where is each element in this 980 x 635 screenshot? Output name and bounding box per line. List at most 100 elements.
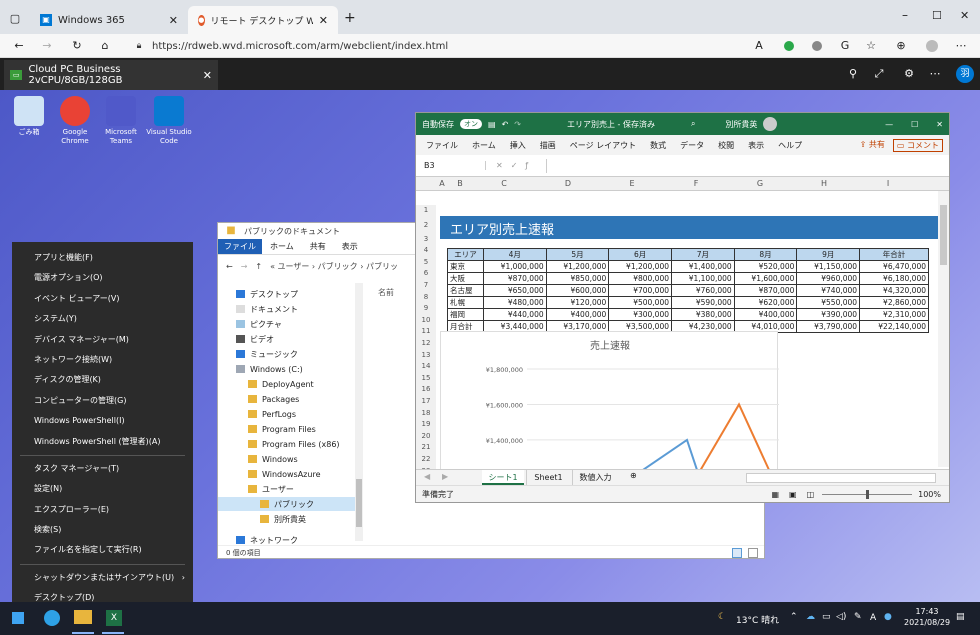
table-cell[interactable]: ¥480,000: [482, 296, 547, 309]
table-header-cell[interactable]: 5月: [545, 248, 610, 261]
forward-icon[interactable]: →: [40, 39, 54, 53]
back-icon[interactable]: ←: [226, 262, 233, 271]
row-header[interactable]: 11: [416, 326, 436, 338]
ribbon-tab[interactable]: ページ レイアウト: [570, 140, 636, 151]
table-cell[interactable]: 大阪: [447, 272, 484, 285]
table-cell[interactable]: ¥120,000: [545, 296, 610, 309]
sheet-prev-icon[interactable]: ◀: [424, 472, 430, 481]
profile-avatar[interactable]: [926, 40, 938, 52]
sheet-next-icon[interactable]: ▶: [442, 472, 448, 481]
table-cell[interactable]: ¥400,000: [545, 308, 610, 321]
address-field[interactable]: 🔒︎ https://rdweb.wvd.microsoft.com/arm/w…: [124, 37, 744, 55]
row-header[interactable]: 2: [416, 216, 436, 234]
forward-icon[interactable]: →: [241, 262, 248, 271]
row-header[interactable]: 1: [416, 205, 436, 217]
row-header[interactable]: 3: [416, 233, 436, 246]
column-header[interactable]: G: [728, 177, 792, 191]
nav-item[interactable]: Program Files: [218, 422, 355, 436]
table-cell[interactable]: ¥400,000: [733, 308, 798, 321]
context-menu-item[interactable]: システム(Y): [12, 309, 193, 329]
ribbon-tab[interactable]: ヘルプ: [778, 140, 802, 151]
row-header[interactable]: 16: [416, 384, 436, 396]
table-header-cell[interactable]: 6月: [608, 248, 672, 261]
column-header[interactable]: B: [448, 177, 472, 191]
back-icon[interactable]: ←: [12, 39, 26, 53]
desktop-icon-recycle-bin[interactable]: ごみ箱: [6, 96, 52, 137]
table-cell[interactable]: ¥1,150,000: [796, 260, 861, 273]
context-menu-item[interactable]: イベント ビューアー(V): [12, 289, 193, 309]
column-header[interactable]: I: [856, 177, 920, 191]
table-cell[interactable]: ¥1,100,000: [671, 272, 735, 285]
context-menu-item[interactable]: ネットワーク接続(W): [12, 350, 193, 370]
table-cell[interactable]: ¥380,000: [671, 308, 735, 321]
nav-item[interactable]: ユーザー: [218, 482, 355, 496]
autosave-toggle[interactable]: オン: [460, 119, 482, 129]
column-header[interactable]: A: [436, 177, 448, 191]
table-cell[interactable]: ¥800,000: [608, 272, 672, 285]
more-icon[interactable]: ⋯: [928, 67, 942, 81]
context-menu-item[interactable]: デバイス マネージャー(M): [12, 330, 193, 350]
collections-icon[interactable]: ⊕: [894, 39, 908, 53]
sheet-tab[interactable]: シート1: [482, 470, 524, 485]
table-cell[interactable]: ¥600,000: [545, 284, 610, 297]
close-window-icon[interactable]: ✕: [960, 9, 969, 22]
tab-remote-desktop[interactable]: ● リモート デスクトップ Web クライアント ✕: [188, 6, 338, 34]
volume-icon[interactable]: ◁): [836, 612, 846, 622]
extension-c-icon[interactable]: G: [838, 39, 852, 53]
context-menu-item[interactable]: Windows PowerShell(I): [12, 411, 193, 431]
nav-item[interactable]: デスクトップ: [218, 287, 355, 301]
row-header[interactable]: 21: [416, 442, 436, 454]
column-header[interactable]: H: [792, 177, 856, 191]
zoom-slider[interactable]: [822, 489, 913, 499]
zoom-level[interactable]: 100%: [918, 490, 941, 499]
nav-item[interactable]: ピクチャ: [218, 317, 355, 331]
excel-taskbar-icon[interactable]: X: [106, 610, 122, 626]
clock[interactable]: 17:43 2021/08/29: [904, 606, 950, 628]
ribbon-tab-view[interactable]: 表示: [334, 239, 366, 254]
nav-item[interactable]: ミュージック: [218, 347, 355, 361]
table-header-cell[interactable]: 7月: [671, 248, 735, 261]
table-header-cell[interactable]: 年合計: [859, 248, 929, 261]
table-header-cell[interactable]: 4月: [482, 248, 547, 261]
table-cell[interactable]: ¥390,000: [796, 308, 861, 321]
context-menu-item[interactable]: コンピューターの管理(G): [12, 391, 193, 411]
row-header[interactable]: 6: [416, 268, 436, 280]
table-cell[interactable]: ¥1,000,000: [482, 260, 547, 273]
table-cell[interactable]: ¥4,320,000: [859, 284, 929, 297]
maximize-icon[interactable]: ☐: [911, 120, 918, 129]
context-menu-item[interactable]: アプリと機能(F): [12, 248, 193, 268]
vertical-scrollbar[interactable]: [938, 191, 949, 467]
ribbon-tab-file[interactable]: ファイル: [218, 239, 262, 254]
search-icon[interactable]: ⌕: [691, 119, 695, 129]
add-sheet-icon[interactable]: ⊕: [630, 471, 637, 480]
user-avatar[interactable]: 羽: [956, 65, 974, 83]
context-menu-item[interactable]: 電源オプション(O): [12, 268, 193, 288]
context-menu-item[interactable]: 検索(S): [12, 520, 193, 540]
tab-windows365[interactable]: ▣ Windows 365 ✕: [30, 6, 188, 34]
ribbon-tab[interactable]: ファイル: [426, 140, 458, 151]
undo-icon[interactable]: ↶: [502, 120, 509, 129]
ribbon-tab[interactable]: 描画: [540, 140, 556, 151]
user-avatar[interactable]: [763, 117, 778, 131]
refresh-icon[interactable]: ↻: [70, 39, 84, 53]
row-header[interactable]: 4: [416, 245, 436, 257]
ribbon-tab[interactable]: 表示: [748, 140, 764, 151]
table-cell[interactable]: ¥500,000: [608, 296, 672, 309]
row-header[interactable]: 13: [416, 349, 436, 362]
nav-item[interactable]: ビデオ: [218, 332, 355, 346]
column-header[interactable]: E: [600, 177, 664, 191]
column-header-name[interactable]: 名前: [378, 287, 394, 298]
table-cell[interactable]: ¥6,470,000: [859, 260, 929, 273]
close-icon[interactable]: ✕: [936, 120, 943, 129]
extension-gray-icon[interactable]: [812, 41, 822, 51]
ribbon-tab[interactable]: 校閲: [718, 140, 734, 151]
file-name[interactable]: エリア別売上 - 保存済み: [567, 119, 655, 130]
nav-item[interactable]: PerfLogs: [218, 407, 355, 421]
ribbon-tab-share[interactable]: 共有: [302, 239, 334, 254]
table-cell[interactable]: 名古屋: [447, 284, 484, 297]
sheet-tab[interactable]: Sheet1: [526, 470, 570, 485]
table-cell[interactable]: 札幌: [447, 296, 484, 309]
pin-icon[interactable]: ⚲: [846, 67, 860, 81]
row-header[interactable]: 17: [416, 396, 436, 408]
nav-scrollbar[interactable]: [355, 283, 363, 541]
